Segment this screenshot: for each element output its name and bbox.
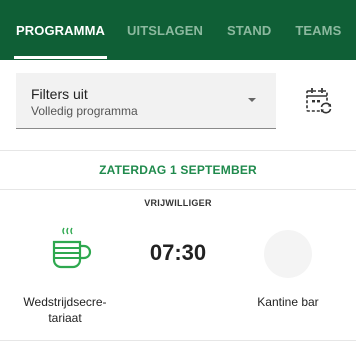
tab-stand[interactable]: STAND [227, 23, 271, 38]
duty-time: 07:30 [149, 240, 207, 265]
duty-name: Wedstrijdsecre- tariaat [10, 294, 120, 326]
day-date-label: ZATERDAG 1 SEPTEMBER [99, 163, 257, 177]
filter-title: Filters uit [31, 86, 88, 102]
role-label: VRIJWILLIGER [144, 198, 212, 208]
duty-name-line: tariaat [48, 311, 82, 325]
tab-programma[interactable]: PROGRAMMA [13, 23, 108, 59]
duty-item[interactable]: 07:30 Wedstrijdsecre- tariaat Kantine ba… [0, 214, 356, 338]
calendar-sync-icon [306, 88, 333, 115]
calendar-sync-button[interactable] [304, 86, 334, 116]
top-tab-bar: PROGRAMMA UITSLAGEN STAND TEAMS [0, 0, 356, 60]
duty-name-line: Wedstrijdsecre- [23, 295, 107, 309]
duty-location: Kantine bar [257, 295, 319, 309]
avatar [264, 230, 312, 278]
day-header: ZATERDAG 1 SEPTEMBER [0, 150, 356, 190]
tab-uitslagen[interactable]: UITSLAGEN [127, 23, 203, 38]
tab-teams[interactable]: TEAMS [295, 23, 341, 38]
divider [0, 340, 356, 341]
filter-dropdown[interactable]: Filters uit Volledig programma [16, 73, 276, 129]
caret-down-icon [248, 98, 256, 102]
coffee-cup-icon [42, 224, 102, 280]
filter-subtitle: Volledig programma [31, 104, 138, 118]
